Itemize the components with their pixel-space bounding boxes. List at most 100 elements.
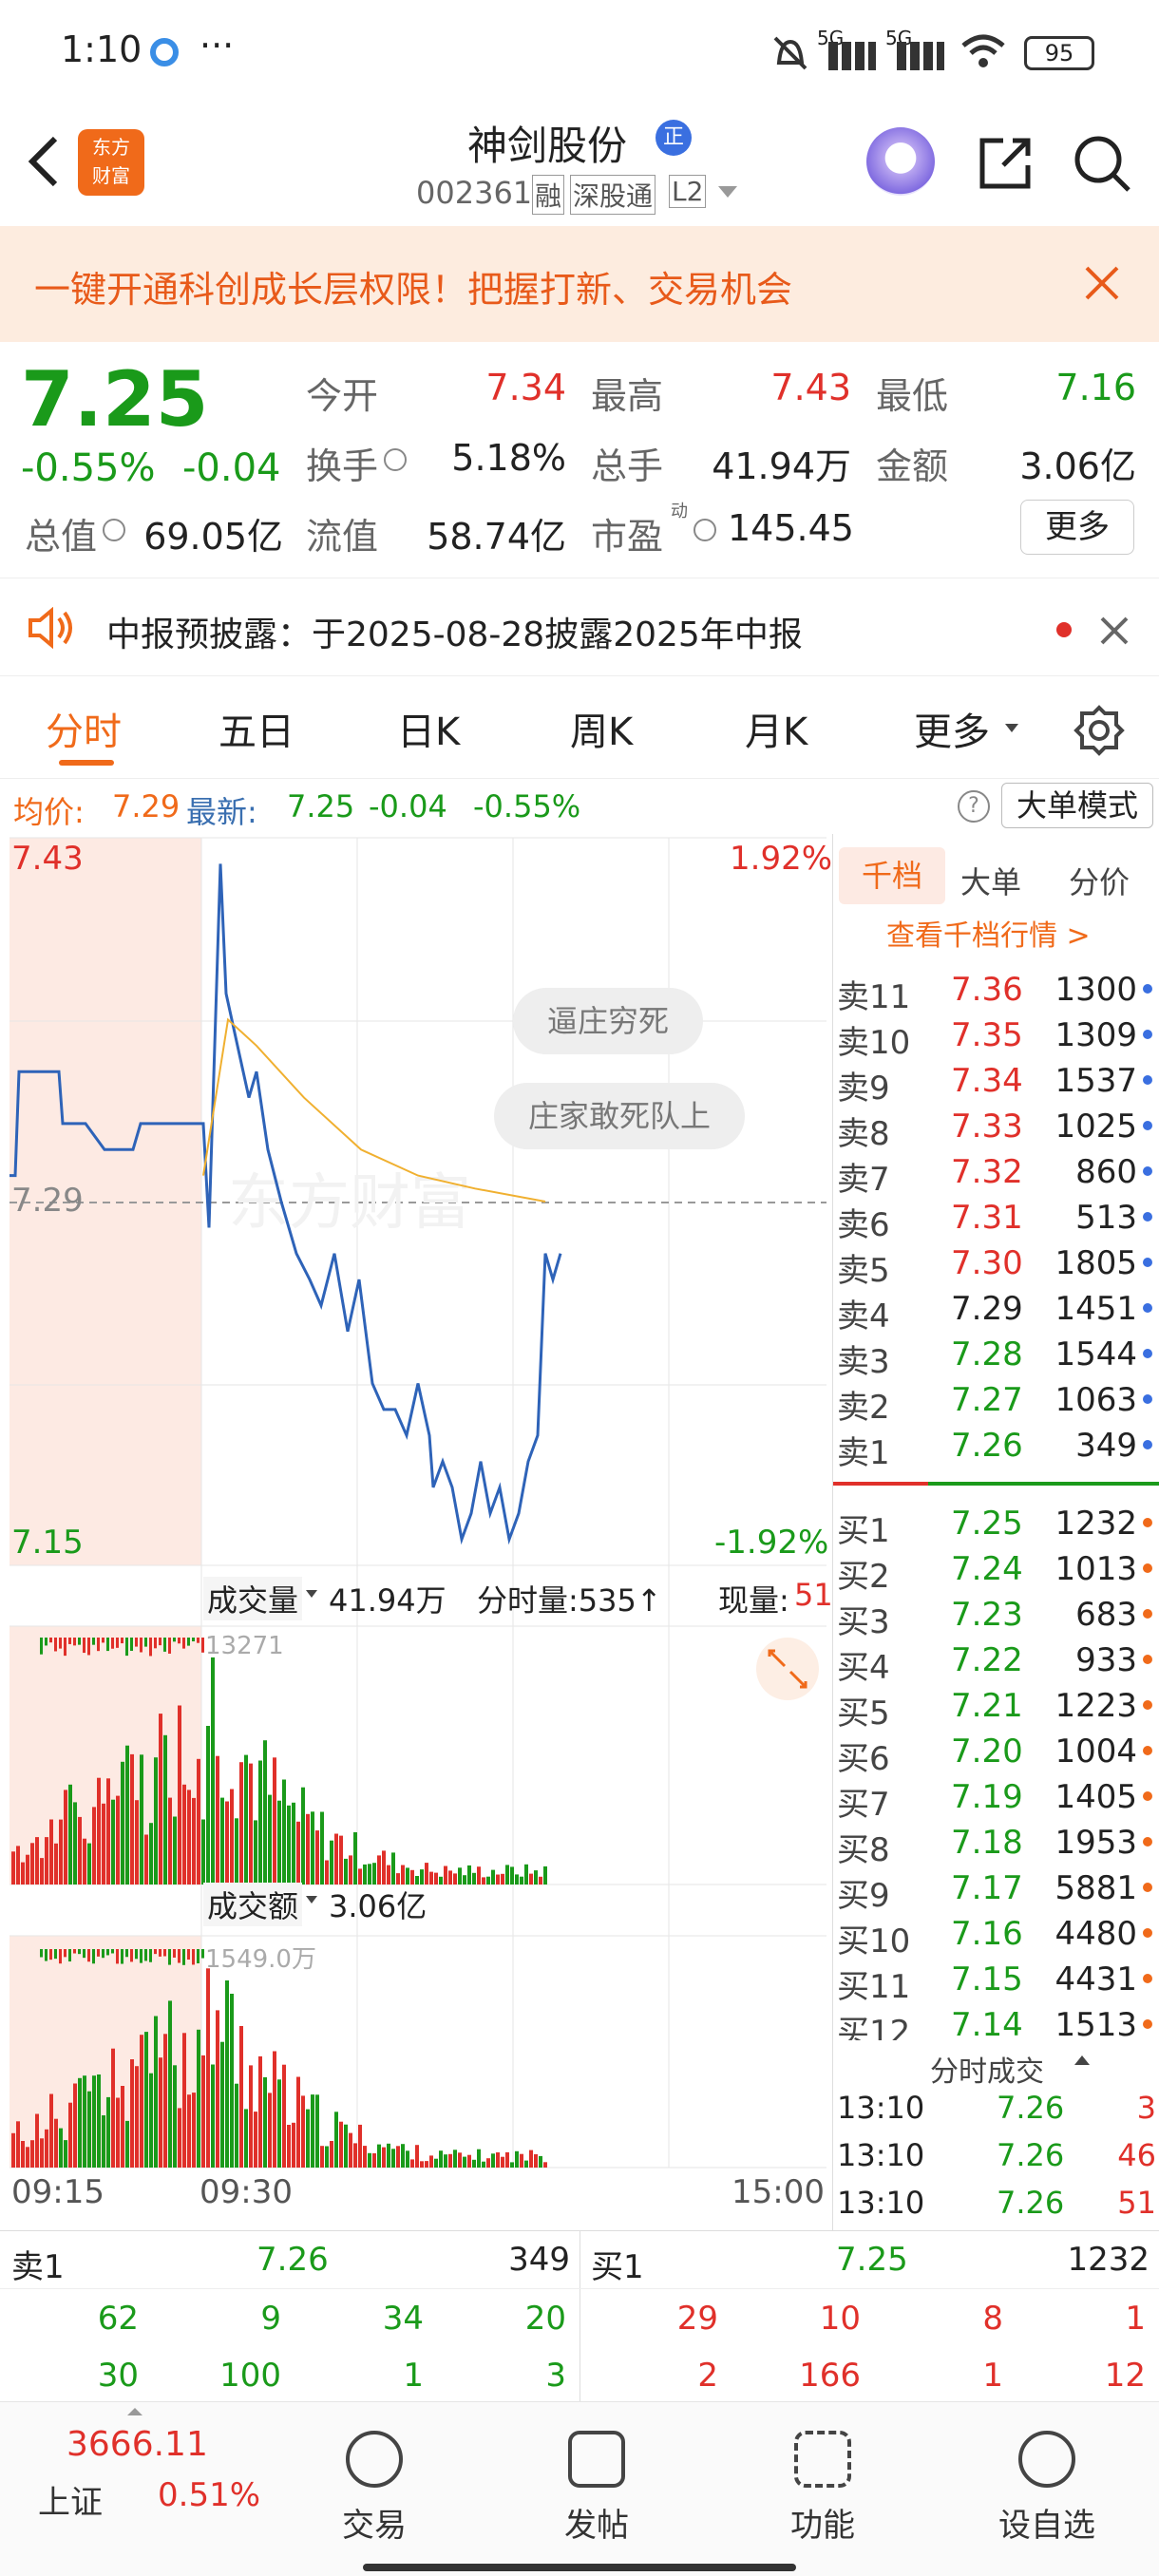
bid-row[interactable]: 买7 7.19 1405 bbox=[833, 1774, 1159, 1824]
nav-trade[interactable]: 交易 bbox=[298, 2431, 450, 2546]
ask-row[interactable]: 卖3 7.28 1544 bbox=[833, 1332, 1159, 1381]
bid-row[interactable]: 买8 7.18 1953 bbox=[833, 1820, 1159, 1869]
level-price: 7.31 bbox=[951, 1199, 1023, 1237]
volume-bar bbox=[163, 1734, 167, 1885]
bid-row[interactable]: 买10 7.16 4480 bbox=[833, 1911, 1159, 1960]
volume-bar bbox=[230, 1994, 234, 2168]
big-order-mode-button[interactable]: 大单模式 bbox=[1001, 783, 1153, 828]
speaker-icon bbox=[27, 606, 78, 650]
index-name[interactable]: 上证 bbox=[38, 2476, 103, 2523]
status-dot bbox=[1143, 2019, 1152, 2029]
tab-weekly[interactable]: 周K bbox=[570, 701, 633, 756]
volume-bar bbox=[140, 1754, 143, 1885]
volume-bar bbox=[453, 1873, 457, 1885]
volume-bar bbox=[97, 1777, 101, 1885]
intraday-chart[interactable]: 东方财富 7.43 7.29 7.15 1.92% -1.92% 逼庄穷死 庄家… bbox=[0, 834, 833, 2230]
tab-monthly[interactable]: 月K bbox=[745, 701, 808, 756]
notice-bar[interactable]: 中报预披露：于2025-08-28披露2025年中报 bbox=[0, 578, 1159, 676]
nav-watchlist[interactable]: 设自选 bbox=[971, 2431, 1123, 2546]
close-icon[interactable] bbox=[1098, 615, 1130, 647]
volume-bar bbox=[296, 1821, 300, 1885]
ask-row[interactable]: 卖6 7.31 513 bbox=[833, 1195, 1159, 1244]
volume-bar bbox=[168, 1797, 172, 1885]
volume-bar bbox=[477, 2149, 481, 2168]
ask-row[interactable]: 卖8 7.33 1025 bbox=[833, 1104, 1159, 1153]
volume-bar bbox=[173, 1816, 177, 1885]
level-price: 7.30 bbox=[951, 1244, 1023, 1282]
info-icon[interactable] bbox=[694, 519, 716, 541]
view-depth-link[interactable]: 查看千档行情 > bbox=[886, 912, 1091, 954]
chart-svg[interactable]: 东方财富 bbox=[0, 834, 831, 2230]
float-label: 流值 bbox=[306, 516, 379, 558]
volume-bar bbox=[467, 1865, 471, 1885]
bid-row[interactable]: 买3 7.23 683 bbox=[833, 1592, 1159, 1641]
close-icon[interactable] bbox=[1081, 262, 1123, 304]
back-icon[interactable] bbox=[21, 133, 68, 190]
level-price: 7.33 bbox=[951, 1108, 1023, 1146]
level-label: 卖4 bbox=[837, 1297, 890, 1335]
bid-row[interactable]: 买5 7.21 1223 bbox=[833, 1683, 1159, 1733]
tab-intraday[interactable]: 分时 bbox=[46, 701, 122, 756]
chart-tabs: 分时 五日 日K 周K 月K 更多 bbox=[0, 676, 1159, 779]
level-label: 买6 bbox=[837, 1740, 890, 1778]
index-value[interactable]: 3666.11 bbox=[66, 2425, 208, 2464]
ask-row[interactable]: 卖10 7.35 1309 bbox=[833, 1013, 1159, 1062]
ask-row[interactable]: 卖5 7.30 1805 bbox=[833, 1241, 1159, 1290]
bid-row[interactable]: 买11 7.15 4431 bbox=[833, 1957, 1159, 2006]
status-dot bbox=[1143, 1349, 1152, 1358]
expand-icon[interactable] bbox=[756, 1638, 819, 1700]
nav-functions[interactable]: 功能 bbox=[747, 2431, 899, 2546]
volume-bar bbox=[363, 1864, 367, 1885]
volume-bar bbox=[382, 2147, 386, 2168]
high-value: 7.43 bbox=[770, 367, 851, 408]
help-icon[interactable]: ? bbox=[958, 790, 990, 823]
ask-row[interactable]: 卖7 7.32 860 bbox=[833, 1149, 1159, 1199]
volume-bar bbox=[344, 2124, 348, 2168]
ask-row[interactable]: 卖9 7.34 1537 bbox=[833, 1058, 1159, 1108]
info-icon[interactable] bbox=[384, 448, 407, 471]
tab-more[interactable]: 更多 bbox=[914, 701, 990, 756]
volume-bar bbox=[239, 2026, 243, 2168]
bid-row[interactable]: 买4 7.22 933 bbox=[833, 1638, 1159, 1687]
amount-selector[interactable]: 成交额 bbox=[203, 1883, 303, 1926]
level-price: 7.27 bbox=[951, 1381, 1023, 1419]
comment-bubble[interactable]: 庄家敢死队上 bbox=[494, 1083, 746, 1149]
ask-row[interactable]: 卖2 7.27 1063 bbox=[833, 1377, 1159, 1427]
volume-bar bbox=[235, 2083, 238, 2168]
volume-bar bbox=[59, 1819, 63, 1885]
ask-row[interactable]: 卖11 7.36 1300 bbox=[833, 967, 1159, 1016]
time-label-open: 09:30 bbox=[200, 2173, 293, 2211]
status-dot bbox=[1143, 1883, 1152, 1892]
index-percent[interactable]: 0.51% bbox=[158, 2476, 260, 2514]
share-icon[interactable] bbox=[975, 133, 1036, 194]
bid-row[interactable]: 买9 7.17 5881 bbox=[833, 1866, 1159, 1915]
nav-post[interactable]: 发帖 bbox=[521, 2431, 673, 2546]
ask-row[interactable]: 卖4 7.29 1451 bbox=[833, 1286, 1159, 1335]
level-label: 买4 bbox=[837, 1649, 890, 1687]
level-price: 7.24 bbox=[951, 1550, 1023, 1588]
tab-big-order[interactable]: 大单 bbox=[960, 859, 1021, 902]
search-icon[interactable] bbox=[1072, 133, 1132, 194]
tab-price-dist[interactable]: 分价 bbox=[1069, 859, 1130, 902]
code-dropdown-icon[interactable] bbox=[718, 186, 737, 198]
comment-bubble[interactable]: 逼庄穷死 bbox=[513, 988, 704, 1054]
level-price: 7.21 bbox=[951, 1687, 1023, 1725]
bid-row[interactable]: 买1 7.25 1232 bbox=[833, 1501, 1159, 1550]
tab-depth[interactable]: 千档 bbox=[839, 847, 945, 904]
bid-row[interactable]: 买6 7.20 1004 bbox=[833, 1729, 1159, 1778]
bid-row[interactable]: 买2 7.24 1013 bbox=[833, 1546, 1159, 1596]
info-icon[interactable] bbox=[103, 519, 125, 541]
volume-bar bbox=[216, 1755, 219, 1885]
tab-5day[interactable]: 五日 bbox=[218, 701, 294, 756]
ask-row[interactable]: 卖1 7.26 349 bbox=[833, 1423, 1159, 1472]
assistant-avatar[interactable] bbox=[866, 127, 935, 196]
volume-selector[interactable]: 成交量 bbox=[203, 1577, 303, 1620]
notice-text: 中报预披露：于2025-08-28披露2025年中报 bbox=[106, 616, 803, 654]
gear-icon[interactable] bbox=[1074, 705, 1125, 756]
eastmoney-logo: 东方 财富 bbox=[78, 129, 144, 196]
promo-banner[interactable]: 一键开通科创成长层权限！把握打新、交易机会 bbox=[0, 226, 1159, 342]
volume-bar bbox=[510, 1866, 514, 1885]
chevron-up-icon[interactable] bbox=[1074, 2055, 1090, 2065]
more-button[interactable]: 更多 bbox=[1020, 500, 1134, 555]
tab-daily[interactable]: 日K bbox=[397, 701, 460, 756]
